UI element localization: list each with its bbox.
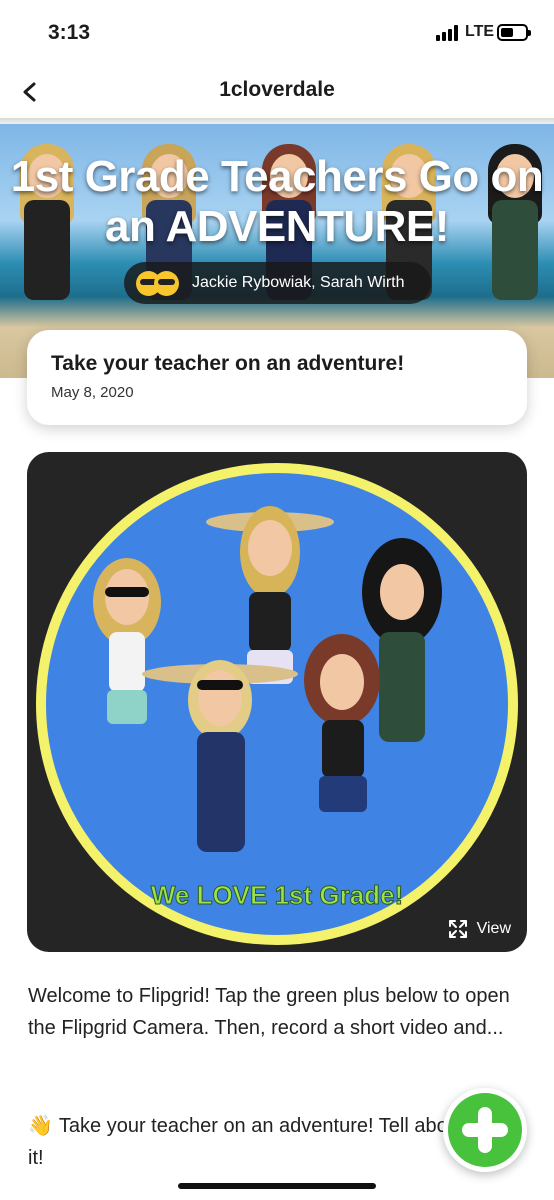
view-label: View: [476, 920, 511, 937]
banner-title: 1st Grade Teachers Go on an ADVENTURE!: [10, 152, 544, 251]
expand-icon: [448, 920, 467, 938]
signal-icon: [436, 25, 460, 41]
sunglasses-emoji-icon: [136, 269, 182, 297]
status-bar: 3:13 LTE: [0, 0, 554, 66]
view-button[interactable]: View: [448, 920, 511, 938]
add-response-button[interactable]: [443, 1088, 527, 1172]
plus-icon: [448, 1093, 522, 1167]
home-indicator: [178, 1183, 376, 1189]
prompt-text: Take your teacher on an adventure! Tell …: [28, 1115, 465, 1169]
battery-icon: [497, 24, 531, 41]
topic-description: Welcome to Flipgrid! Tap the green plus …: [28, 985, 510, 1039]
image-caption: We LOVE 1st Grade!: [151, 880, 403, 910]
topic-date: May 8, 2020: [51, 384, 134, 401]
nav-title: 1cloverdale: [219, 78, 335, 101]
author-names: Jackie Rybowiak, Sarah Wirth: [192, 274, 405, 291]
nav-bar: 1cloverdale: [0, 66, 554, 118]
topic-prompt: 👋 Take your teacher on an adventure! Tell…: [28, 1110, 468, 1174]
network-type: LTE: [465, 23, 495, 40]
topic-image: We LOVE 1st Grade!: [36, 463, 518, 945]
author-pill[interactable]: Jackie Rybowiak, Sarah Wirth: [124, 262, 431, 304]
topic-card: Take your teacher on an adventure! May 8…: [27, 330, 527, 425]
topic-title: Take your teacher on an adventure!: [51, 352, 405, 375]
topic-media[interactable]: We LOVE 1st Grade! View: [27, 452, 527, 952]
status-time: 3:13: [48, 21, 91, 44]
waving-hand-icon: 👋: [28, 1115, 53, 1137]
